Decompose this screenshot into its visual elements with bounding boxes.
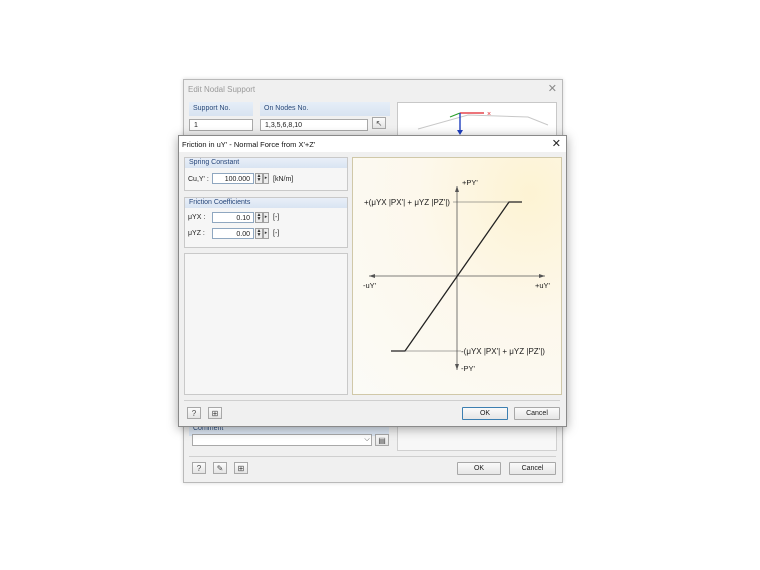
on-nodes-field[interactable]: 1,3,5,6,8,10 — [260, 119, 368, 131]
support-no-field[interactable]: 1 — [189, 119, 253, 131]
friction-curve-graphic — [369, 186, 545, 370]
friction-coefficients-header: Friction Coefficients — [185, 198, 347, 208]
spring-constant-header: Spring Constant — [185, 158, 347, 168]
bottom-axis-label: -PY' — [461, 364, 475, 373]
background-dialog-title: Edit Nodal Support — [188, 85, 256, 94]
help-icon[interactable]: ? — [192, 462, 206, 474]
spring-constant-input[interactable]: 100.000 — [212, 173, 254, 184]
units-icon[interactable]: ⊞ — [234, 462, 248, 474]
spin-icon[interactable]: ▲ ▼ — [255, 173, 263, 184]
spin-icon[interactable]: ▸ — [263, 212, 269, 223]
bg-ok-button[interactable]: OK — [457, 462, 501, 475]
divider — [189, 456, 556, 457]
uyx-label: μYX : — [188, 214, 206, 221]
spin-icon[interactable]: ▸ — [263, 228, 269, 239]
help-icon[interactable]: ? — [187, 407, 201, 419]
spring-constant-panel: Spring Constant Cu,Y' : 100.000 ▲ ▼ ▸ [kN… — [184, 157, 348, 191]
on-nodes-header: On Nodes No. — [260, 102, 390, 116]
library-icon[interactable]: ▤ — [375, 434, 389, 446]
spin-icon[interactable]: ▲ ▼ — [255, 212, 263, 223]
lower-formula: -(μYX |PX'| + μYZ |PZ'|) — [461, 347, 545, 356]
units-icon[interactable]: ⊞ — [208, 407, 222, 419]
uyx-input[interactable]: 0.10 — [212, 212, 254, 223]
spring-constant-label: Cu,Y' : — [188, 176, 209, 183]
spin-icon[interactable]: ▸ — [263, 173, 269, 184]
cancel-button[interactable]: Cancel — [514, 407, 560, 420]
friction-diagram: +PY' -PY' -uY' +uY' +(μYX |PX'| + μYZ |P… — [352, 157, 562, 395]
uyz-input[interactable]: 0.00 — [212, 228, 254, 239]
friction-coefficients-panel: Friction Coefficients μYX : 0.10 ▲ ▼ ▸ [-… — [184, 197, 348, 248]
friction-dialog: Friction in uY' - Normal Force from X'+Z… — [178, 135, 567, 427]
spin-icon[interactable]: ▲ ▼ — [255, 228, 263, 239]
ok-button[interactable]: OK — [462, 407, 508, 420]
svg-text:×: × — [487, 111, 491, 118]
divider — [184, 400, 560, 401]
bg-cancel-button[interactable]: Cancel — [509, 462, 556, 475]
uyx-unit: [-] — [273, 214, 280, 221]
empty-panel — [184, 253, 348, 395]
right-axis-label: +uY' — [535, 281, 550, 290]
left-axis-label: -uY' — [363, 281, 377, 290]
edit-icon[interactable]: ✎ — [213, 462, 227, 474]
uyz-unit: [-] — [273, 230, 280, 237]
select-nodes-icon[interactable]: ↖ — [372, 117, 386, 129]
spring-constant-unit: [kN/m] — [273, 176, 294, 183]
dropdown-icon[interactable]: ⌵ — [362, 434, 372, 446]
support-no-header: Support No. — [189, 102, 253, 116]
comment-field[interactable] — [192, 434, 372, 446]
uyz-label: μYZ : — [188, 230, 205, 237]
close-icon[interactable]: ✕ — [552, 137, 561, 150]
top-axis-label: +PY' — [462, 178, 478, 187]
close-icon[interactable]: ✕ — [548, 82, 557, 95]
dialog-title: Friction in uY' - Normal Force from X'+Z… — [182, 140, 316, 149]
upper-formula: +(μYX |PX'| + μYZ |PZ'|) — [364, 198, 450, 207]
axes-preview-graphic: × — [417, 111, 549, 135]
support-preview: × — [397, 102, 557, 138]
